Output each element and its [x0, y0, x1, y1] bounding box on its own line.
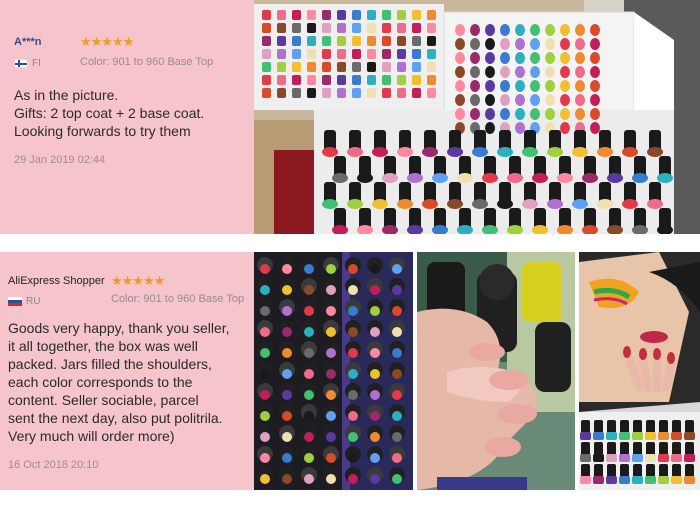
review-text-line: each color corresponds to the [8, 374, 193, 390]
purchased-variant: Color: 901 to 960 Base Top [111, 293, 245, 305]
review-text: Goods very happy, thank you seller, it a… [8, 319, 252, 445]
country-code: RU [26, 296, 41, 307]
review-card: A***n ★★★★★ FI Color: 901 to 960 Base To… [0, 0, 700, 234]
review-text-line: Very much will order more) [8, 428, 175, 444]
review-text: As in the picture. Gifts: 2 top coat + 2… [14, 86, 258, 140]
purchased-variant: Color: 901 to 960 Base Top [80, 56, 214, 68]
nail-polish-bottles-photo[interactable] [254, 252, 413, 490]
review-text-line: content. Seller sociable, parcel [8, 392, 199, 408]
star-rating: ★★★★★ [80, 34, 134, 49]
russia-flag-icon [8, 297, 22, 306]
reviewer-name[interactable]: AliExpress Shopper [8, 275, 105, 287]
review-text-line: it all together, the box was well [8, 338, 198, 354]
model-display-photo[interactable] [579, 252, 700, 490]
review-text-line: Looking forwards to try them [14, 123, 191, 139]
painted-nails-photo[interactable] [417, 252, 575, 490]
review-text-panel: AliExpress Shopper ★★★★★ RU Color: 901 t… [0, 252, 254, 490]
review-card: AliExpress Shopper ★★★★★ RU Color: 901 t… [0, 252, 700, 490]
review-text-line: sent the next day, also put politrila. [8, 410, 223, 426]
review-text-line: As in the picture. [14, 87, 119, 103]
review-text-line: Goods very happy, thank you seller, [8, 320, 230, 336]
reviewer-country: RU [8, 296, 40, 307]
review-date: 16 Oct 2018 20:10 [8, 459, 99, 471]
star-rating: ★★★★★ [111, 273, 165, 288]
review-date: 29 Jan 2019 02:44 [14, 154, 106, 166]
reviewer-country: FI [14, 58, 41, 69]
finland-flag-icon [14, 59, 28, 68]
review-text-line: Gifts: 2 top coat + 2 base coat. [14, 105, 205, 121]
review-text-line: packed. Jars filled the shoulders, [8, 356, 212, 372]
nail-polish-color-chart-photo[interactable] [254, 0, 700, 234]
review-text-panel: A***n ★★★★★ FI Color: 901 to 960 Base To… [0, 0, 254, 234]
reviewer-name[interactable]: A***n [14, 36, 42, 48]
country-code: FI [32, 58, 41, 69]
